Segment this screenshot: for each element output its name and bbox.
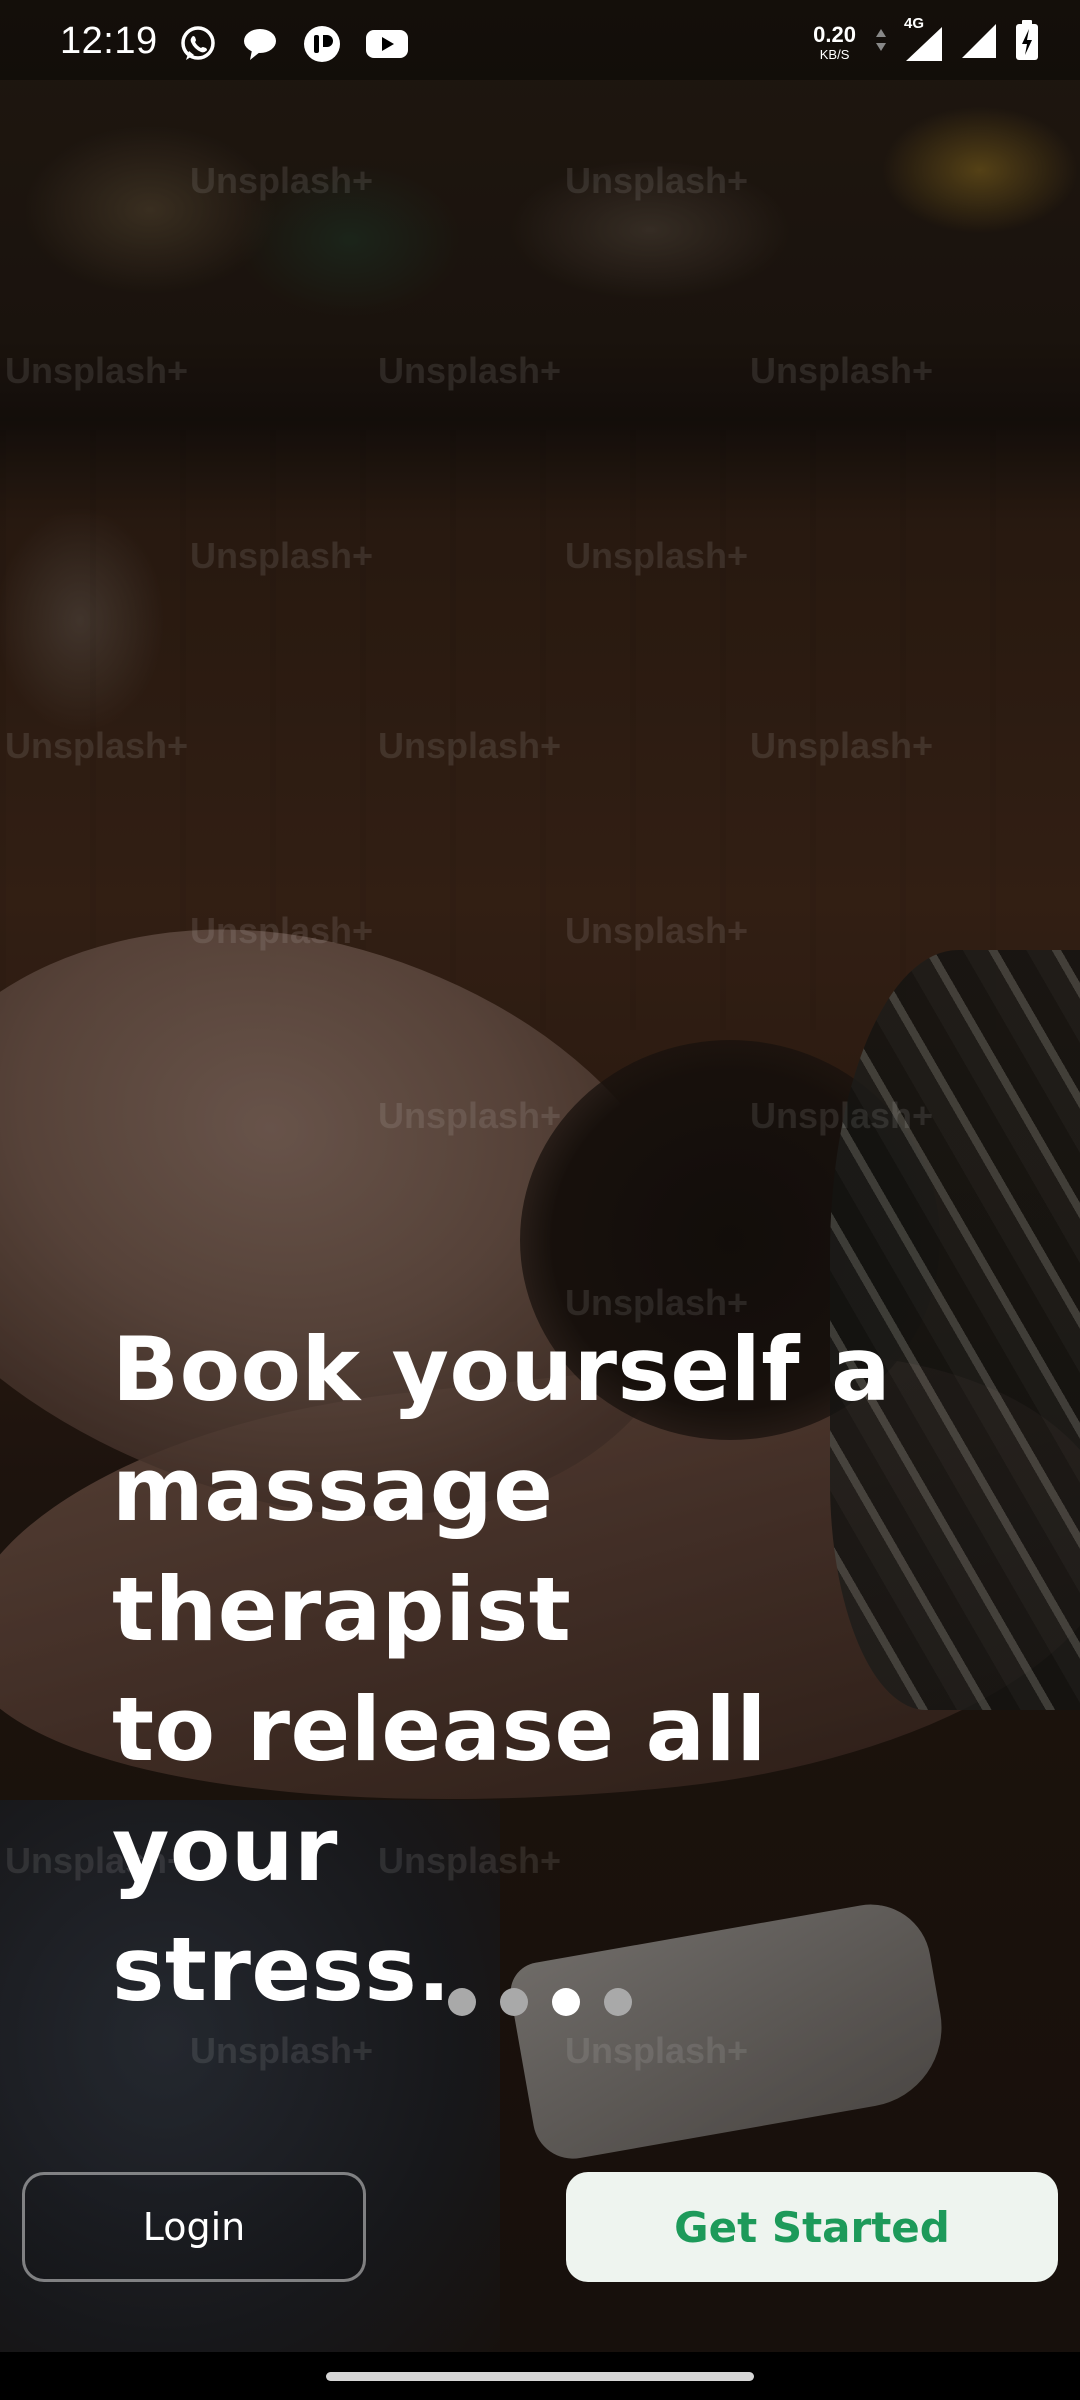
page-dot-1[interactable]	[448, 1988, 476, 2016]
get-started-button[interactable]: Get Started	[566, 2172, 1058, 2282]
notification-icons	[178, 24, 410, 64]
network-speed: 0.20 KB/S	[813, 22, 856, 62]
signal-icon	[960, 18, 1000, 67]
message-bubble-icon	[240, 24, 280, 64]
onboarding-screen: Unsplash+ Unsplash+ Unsplash+ Unsplash+ …	[0, 0, 1080, 2400]
whatsapp-icon	[178, 24, 218, 64]
page-dot-3[interactable]	[552, 1988, 580, 2016]
data-arrows-icon	[874, 25, 888, 60]
login-button[interactable]: Login	[22, 2172, 366, 2282]
status-bar: 12:19 0.20 KB/S 4G	[0, 0, 1080, 80]
network-speed-value: 0.20	[813, 22, 856, 47]
home-gesture-handle[interactable]	[326, 2372, 754, 2381]
login-button-label: Login	[142, 2205, 246, 2249]
network-type-label: 4G	[904, 14, 925, 32]
page-dot-2[interactable]	[500, 1988, 528, 2016]
status-right-group: 0.20 KB/S 4G	[813, 15, 1040, 67]
page-indicator	[448, 1988, 632, 2016]
headline-line: to release all your	[112, 1678, 767, 1901]
app-badge-icon	[302, 24, 342, 64]
get-started-button-label: Get Started	[674, 2202, 950, 2252]
headline-line: stress.	[112, 1918, 452, 2021]
network-speed-unit: KB/S	[819, 47, 850, 62]
dark-overlay	[0, 0, 1080, 2400]
battery-charging-icon	[1014, 18, 1040, 67]
headline-line: massage therapist	[112, 1438, 572, 1661]
headline-line: Book yourself a	[112, 1318, 892, 1421]
onboarding-headline: Book yourself a massage therapist to rel…	[112, 1310, 972, 2030]
page-dot-4[interactable]	[604, 1988, 632, 2016]
navigation-bar	[0, 2352, 1080, 2400]
cellular-4g-icon: 4G	[902, 15, 946, 65]
youtube-icon	[364, 24, 410, 64]
status-time: 12:19	[60, 20, 158, 62]
